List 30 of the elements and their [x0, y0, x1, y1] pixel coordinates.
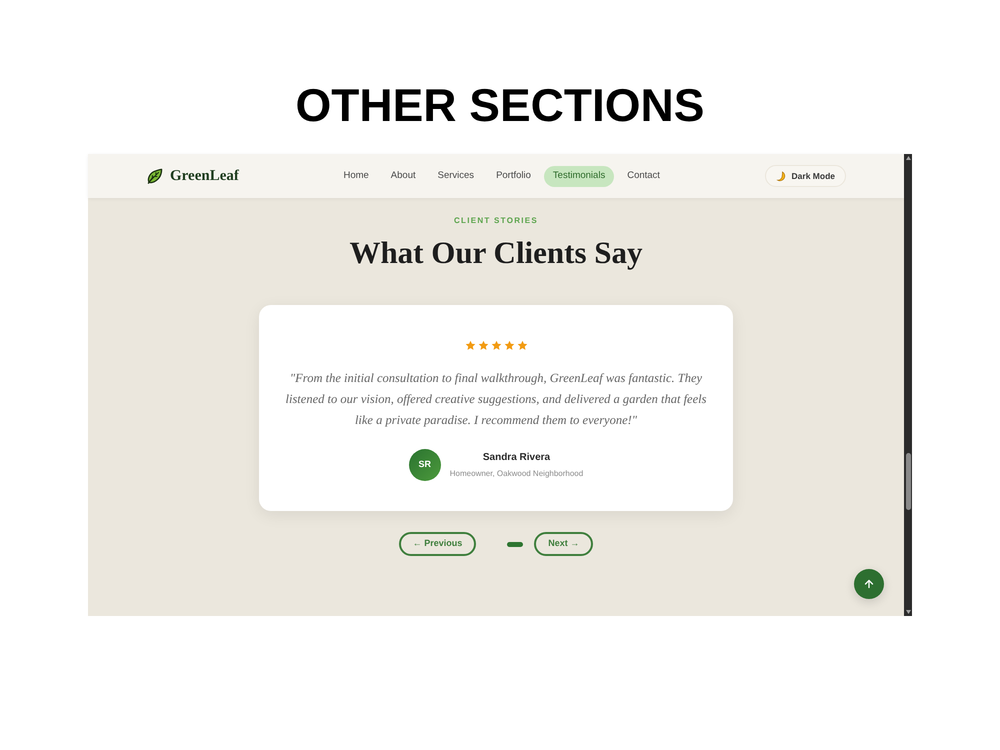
page-heading: OTHER SECTIONS	[296, 82, 704, 128]
nav-link[interactable]: About	[382, 166, 425, 186]
author-name: Sandra Rivera	[482, 451, 550, 465]
scroll-down-icon[interactable]	[906, 610, 910, 614]
star-icon	[504, 340, 514, 351]
nav-link[interactable]: Testimonials	[544, 166, 614, 186]
nav-link[interactable]: Home	[334, 166, 378, 186]
testimonial-quote: "From the initial consultation to final walkthrough, GreenLeaf was fantastic. They listened to our vision, offered creative suggestions, and delivered a garden that feels like a private paradise. I recommend them to everyone!"	[284, 370, 708, 429]
star-icon	[464, 340, 476, 351]
previous-button[interactable]: ← Previous	[398, 532, 476, 556]
section-eyebrow: CLIENT STORIES	[454, 215, 538, 227]
scrollbar-thumb[interactable]	[906, 453, 910, 510]
section-title: What Our Clients Say	[349, 234, 643, 272]
avatar-initials: SR	[408, 449, 441, 481]
star-icon	[490, 340, 502, 351]
author-role: Homeowner, Oakwood Neighborhood	[450, 468, 584, 480]
leaf-icon	[146, 168, 163, 184]
nav-link[interactable]: Services	[428, 166, 484, 186]
star-icon	[516, 340, 528, 351]
nav-link[interactable]: Portfolio	[487, 166, 540, 186]
next-button[interactable]: Next →	[534, 532, 594, 556]
star-icon	[478, 340, 488, 351]
scrollbar[interactable]	[904, 154, 912, 616]
logo-text[interactable]: GreenLeaf	[170, 164, 239, 188]
back-to-top-button[interactable]	[854, 569, 884, 599]
crescent-moon-icon	[776, 170, 787, 182]
nav-link[interactable]: Contact	[618, 166, 669, 186]
dark-mode-button[interactable]: Dark Mode	[764, 165, 846, 187]
arrow-up-icon	[863, 578, 875, 590]
scroll-up-icon[interactable]	[906, 156, 910, 160]
